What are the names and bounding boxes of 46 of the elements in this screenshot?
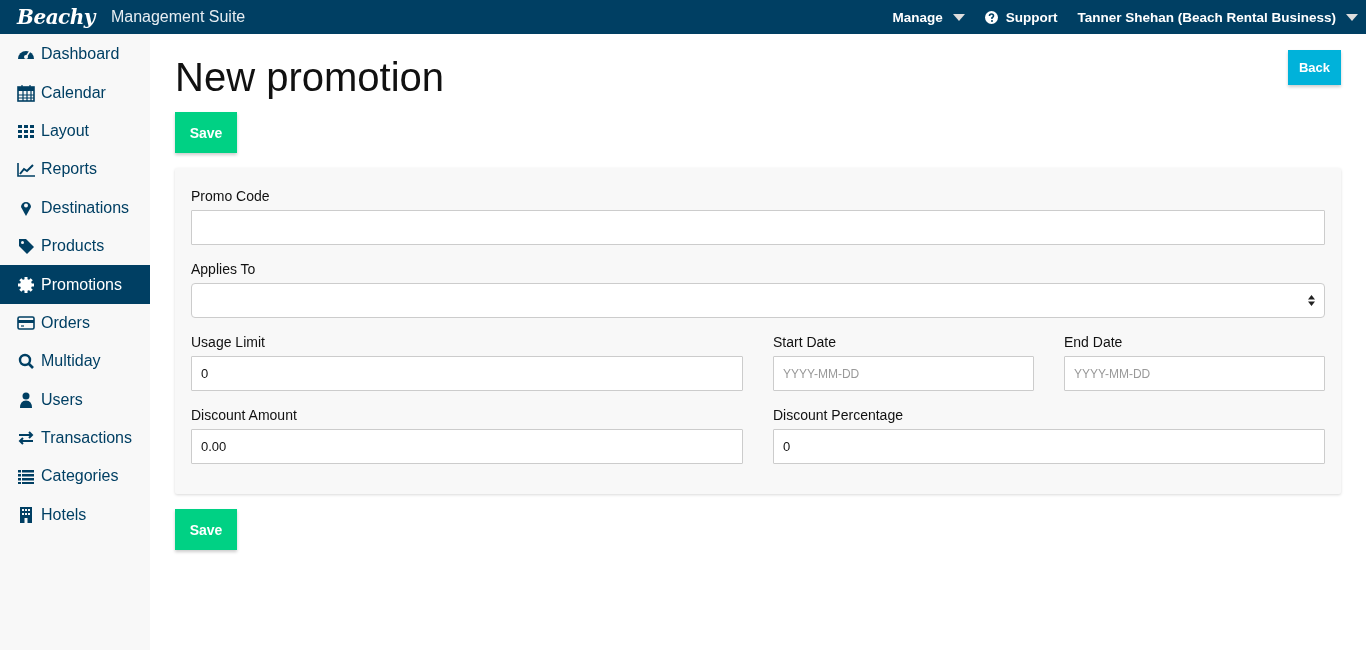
input-field[interactable]: 0 bbox=[773, 429, 1325, 464]
search-icon bbox=[17, 352, 35, 371]
sidebar-item[interactable]: Dashboard bbox=[0, 35, 150, 74]
help-icon bbox=[984, 10, 998, 24]
field-label: Discount Amount bbox=[191, 407, 298, 423]
dropdown-menu[interactable]: Tanner Shehan (Beach Rental Business) bbox=[1077, 9, 1358, 25]
field-label: Promo Code bbox=[191, 188, 271, 204]
caret-icon bbox=[1346, 13, 1358, 21]
sidebar-item[interactable]: Destinations bbox=[0, 188, 150, 227]
app-title: Management Suite bbox=[110, 8, 246, 26]
input-field[interactable]: YYYY-MM-DD bbox=[773, 356, 1034, 391]
credit-card-icon bbox=[17, 313, 35, 332]
tag-icon bbox=[17, 237, 35, 256]
select-field[interactable] bbox=[191, 283, 1325, 318]
list-icon bbox=[17, 467, 35, 486]
calendar-icon bbox=[17, 83, 35, 102]
field-label: Start Date bbox=[773, 334, 838, 350]
sidebar-item[interactable]: Reports bbox=[0, 150, 150, 189]
input-field[interactable]: 0 bbox=[191, 356, 743, 391]
dropdown-menu[interactable]: Manage bbox=[892, 9, 965, 25]
sidebar-item[interactable]: Categories bbox=[0, 457, 150, 496]
sidebar-item[interactable]: Multiday bbox=[0, 342, 150, 381]
sort-arrows-icon bbox=[1308, 295, 1315, 306]
input-field[interactable]: 0.00 bbox=[191, 429, 743, 464]
line-chart-icon bbox=[17, 160, 35, 179]
user-icon bbox=[17, 390, 35, 409]
support-link[interactable]: Support bbox=[984, 9, 1058, 25]
gear-icon bbox=[17, 275, 35, 294]
sidebar-item[interactable]: Users bbox=[0, 380, 150, 419]
input-field[interactable]: YYYY-MM-DD bbox=[1064, 356, 1325, 391]
logo[interactable]: Beachy bbox=[17, 5, 95, 29]
sidebar-item[interactable]: Calendar bbox=[0, 73, 150, 112]
page-title: New promotion bbox=[175, 55, 444, 100]
field-label: Discount Percentage bbox=[773, 407, 904, 423]
sidebar-item[interactable]: Layout bbox=[0, 111, 150, 151]
building-icon bbox=[17, 505, 35, 524]
sidebar-item[interactable]: Transactions bbox=[0, 418, 150, 458]
field-label: Applies To bbox=[191, 261, 257, 277]
field-label: Usage Limit bbox=[191, 334, 266, 350]
sidebar-item[interactable]: Hotels bbox=[0, 495, 150, 535]
sidebar-item[interactable]: Promotions bbox=[0, 265, 150, 304]
sidebar-item[interactable]: Products bbox=[0, 226, 150, 266]
input-field[interactable] bbox=[191, 210, 1325, 245]
caret-icon bbox=[952, 13, 965, 21]
sidebar-item[interactable]: Orders bbox=[0, 303, 150, 343]
field-label: End Date bbox=[1064, 334, 1124, 350]
